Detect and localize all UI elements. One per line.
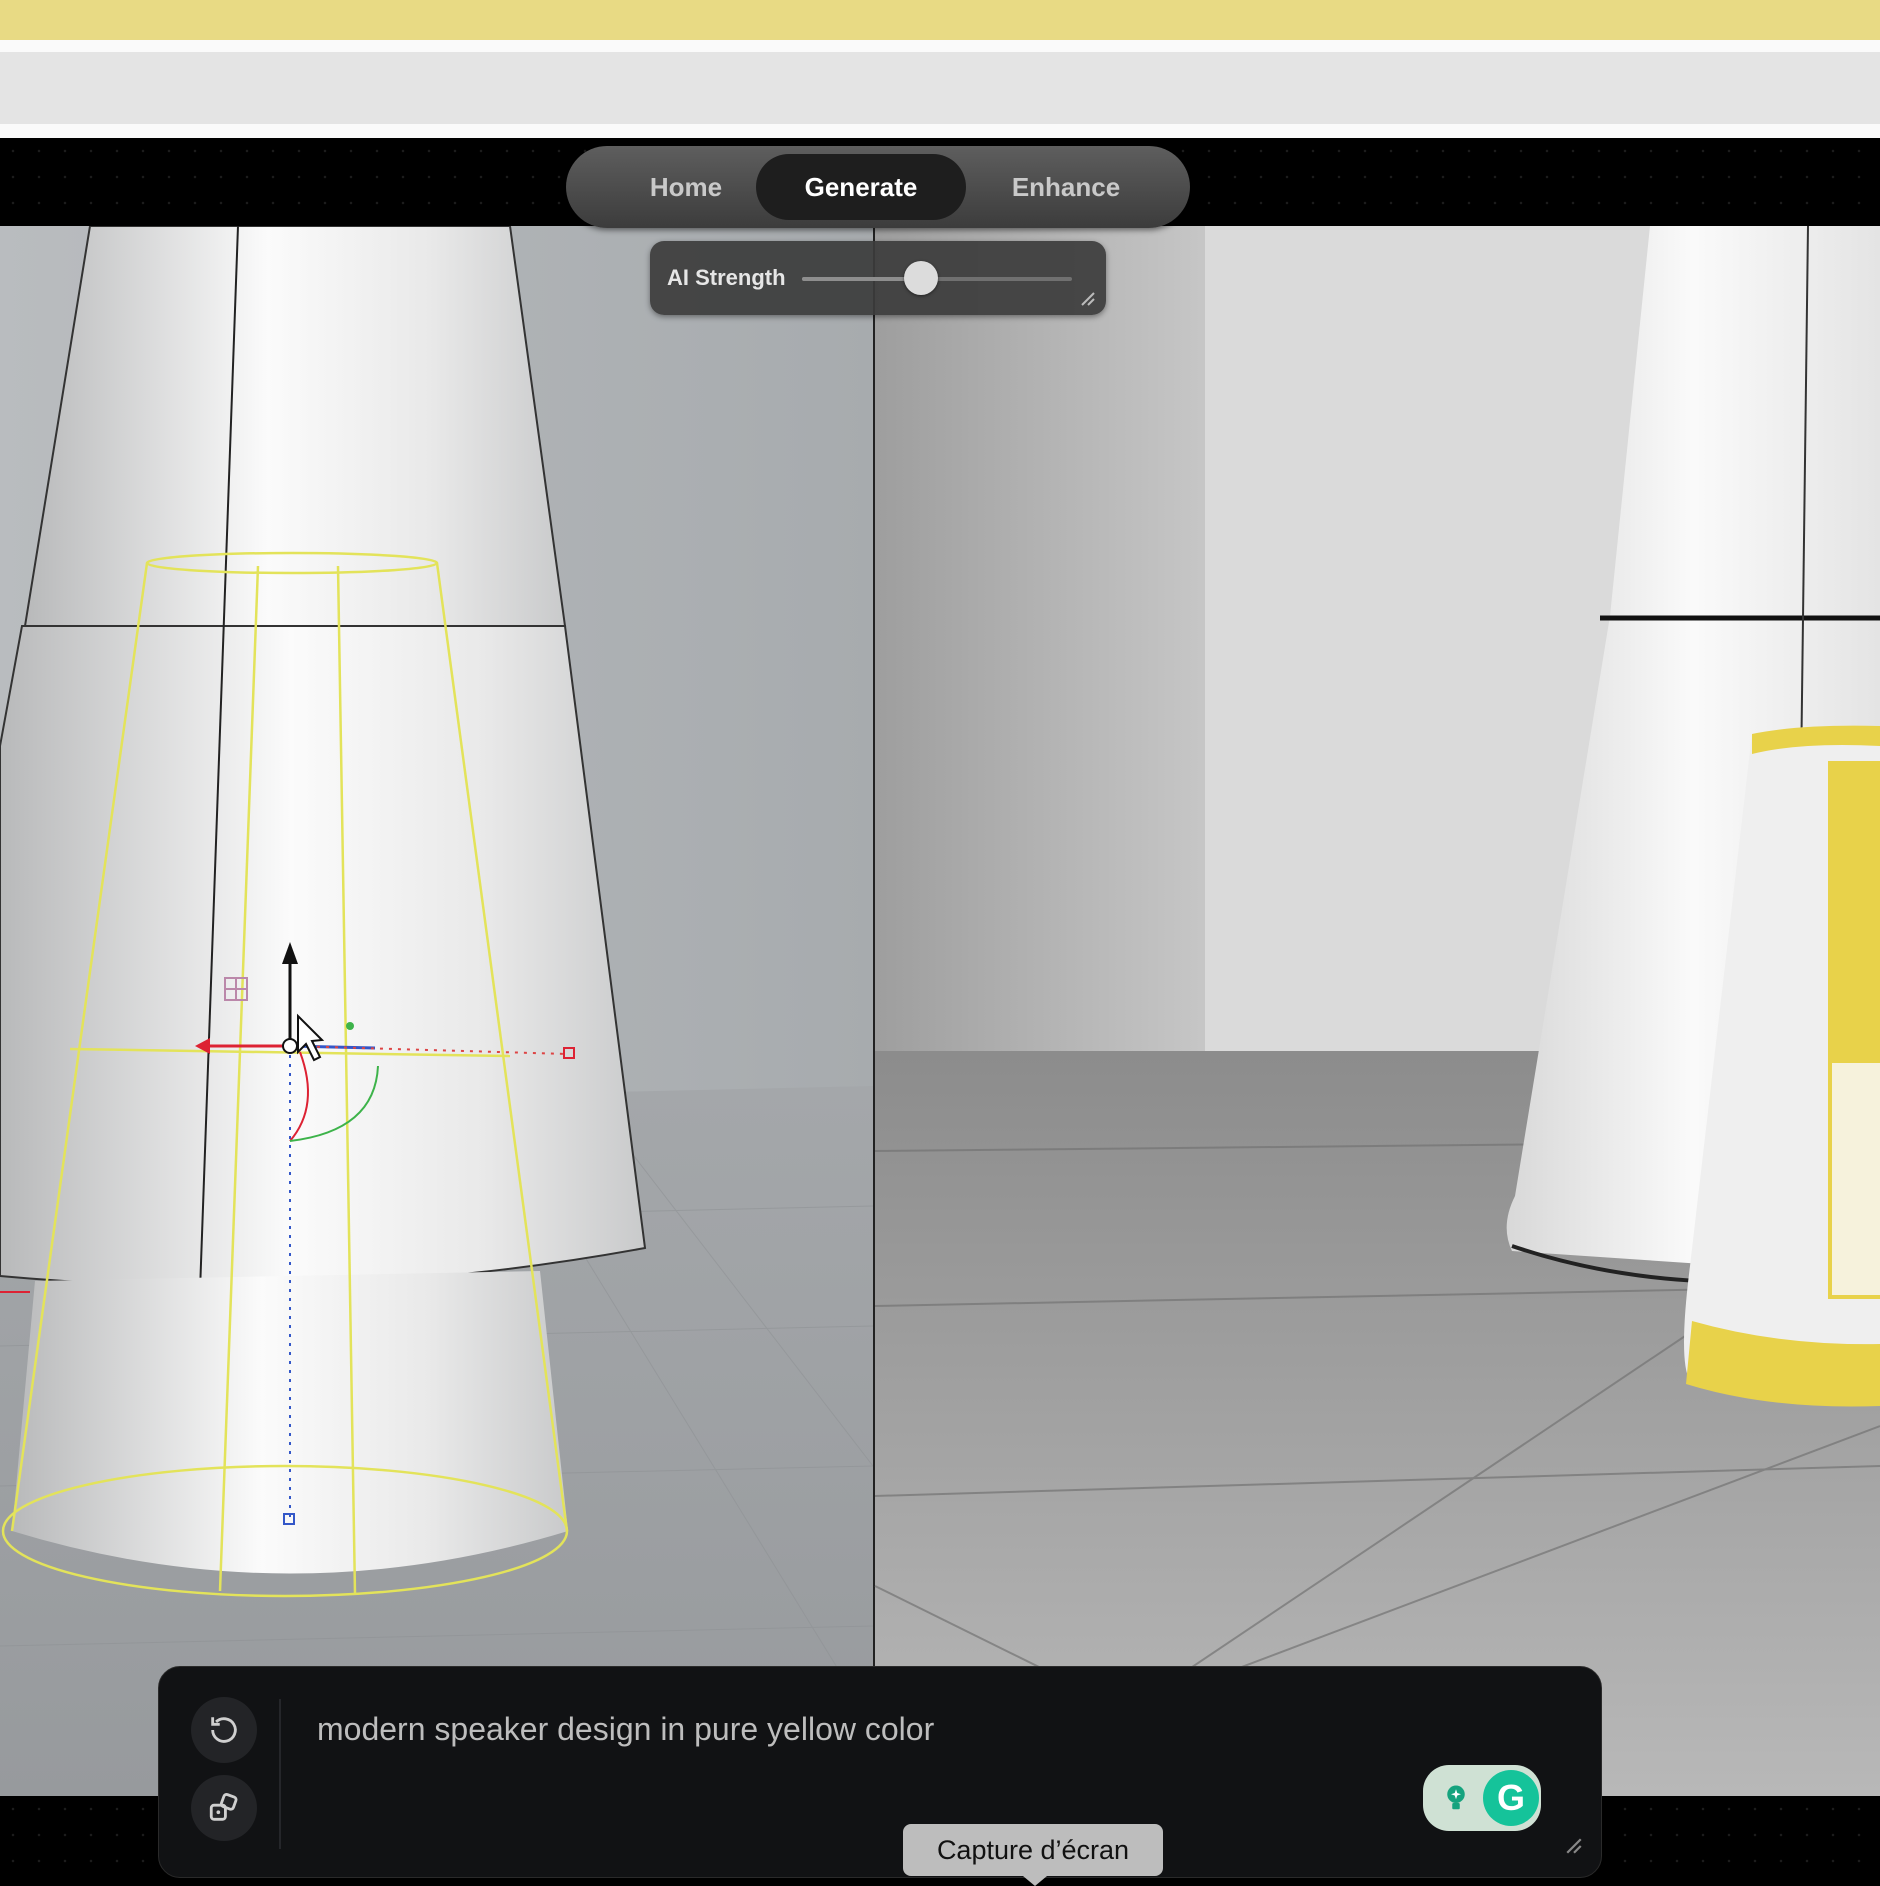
top-band <box>0 0 1880 40</box>
slider-fill <box>802 277 921 281</box>
resize-handle-icon[interactable] <box>1080 291 1096 307</box>
grammarly-icon: G <box>1483 1770 1539 1826</box>
browser-toolbar <box>0 52 1880 124</box>
viewport-canvas <box>0 226 1880 1796</box>
mode-tabs: Home Generate Enhance <box>566 146 1190 228</box>
tooltip: Capture d’écran <box>903 1824 1163 1886</box>
ai-strength-label: AI Strength <box>667 265 786 290</box>
tab-generate[interactable]: Generate <box>756 154 966 220</box>
randomize-button[interactable] <box>191 1775 257 1841</box>
split-viewport <box>0 226 1880 1796</box>
ai-strength-slider[interactable] <box>802 261 1072 295</box>
tab-home[interactable]: Home <box>606 154 766 220</box>
ai-strength-panel: AI Strength <box>650 241 1106 315</box>
lightbulb-icon <box>1447 1785 1465 1810</box>
prompt-input[interactable]: modern speaker design in pure yellow col… <box>317 1711 934 1748</box>
resize-handle-icon[interactable] <box>1565 1837 1583 1855</box>
separator <box>0 40 1880 52</box>
reset-button[interactable] <box>191 1697 257 1763</box>
separator <box>0 124 1880 138</box>
tab-enhance[interactable]: Enhance <box>966 154 1166 220</box>
slider-thumb[interactable] <box>903 261 938 295</box>
grammarly-widget[interactable]: G <box>1423 1765 1541 1831</box>
dice-icon <box>209 1793 238 1821</box>
prompt-panel: modern speaker design in pure yellow col… <box>158 1666 1602 1878</box>
divider <box>279 1699 281 1849</box>
rotate-ccw-icon <box>211 1717 237 1743</box>
